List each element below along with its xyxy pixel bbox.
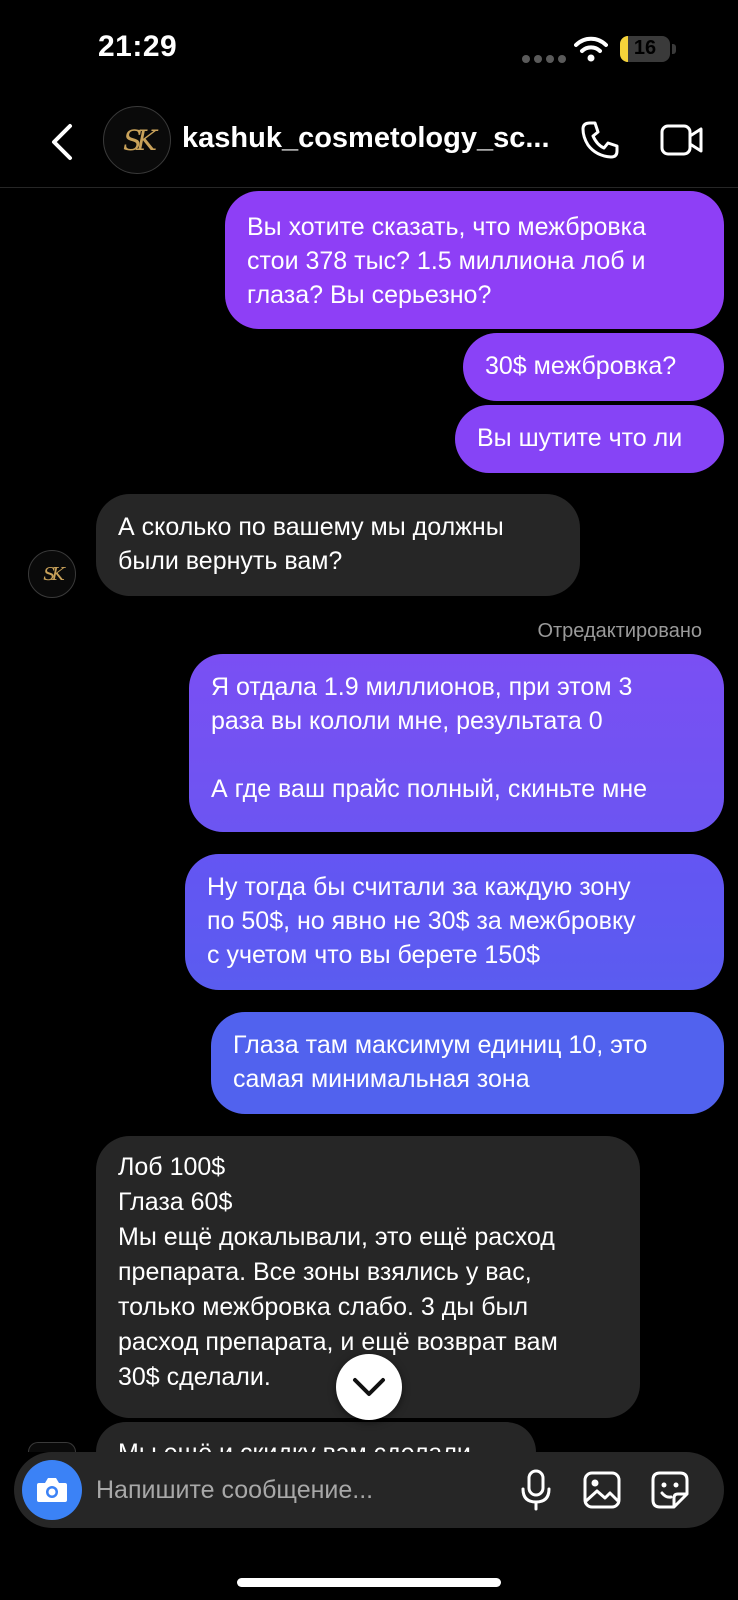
sent-message-bubble[interactable]: Ну тогда бы считали за каждую зону по 50…: [185, 854, 724, 990]
contact-name[interactable]: kashuk_cosmetology_sc...: [182, 122, 552, 155]
voice-message-button[interactable]: [512, 1466, 560, 1514]
phone-icon: [581, 121, 619, 159]
sender-avatar[interactable]: SK: [28, 550, 76, 598]
sticker-icon: [651, 1471, 689, 1509]
edited-label: Отредактировано: [537, 620, 702, 642]
sender-avatar: [28, 1442, 76, 1452]
back-button[interactable]: [40, 116, 84, 168]
wifi-icon: [574, 36, 608, 62]
video-camera-icon: [660, 124, 703, 156]
sent-message-bubble[interactable]: Я отдала 1.9 миллионов, при этом 3 раза …: [189, 654, 724, 832]
chevron-left-icon: [52, 124, 72, 160]
sticker-button[interactable]: [646, 1466, 694, 1514]
battery-cap: [672, 44, 676, 54]
sent-message-bubble[interactable]: Глаза там максимум единиц 10, это самая …: [211, 1012, 724, 1114]
sent-message-bubble[interactable]: Вы хотите сказать, что межбровка стои 37…: [225, 191, 724, 329]
chevron-down-icon: [353, 1378, 385, 1396]
sent-message-bubble[interactable]: Вы шутите что ли: [455, 405, 724, 473]
received-message-bubble[interactable]: А сколько по вашему мы должны были верну…: [96, 494, 580, 596]
status-time: 21:29: [98, 30, 178, 63]
scroll-to-bottom-button[interactable]: [336, 1354, 402, 1420]
image-icon: [583, 1471, 621, 1509]
cellular-signal-icon: [522, 55, 566, 63]
status-bar: 21:29 16: [0, 0, 738, 100]
message-input[interactable]: [96, 1452, 496, 1528]
video-call-button[interactable]: [656, 114, 708, 166]
battery-icon: 16: [620, 36, 670, 62]
microphone-icon: [521, 1469, 551, 1511]
gallery-button[interactable]: [578, 1466, 626, 1514]
avatar-monogram: SK: [122, 123, 157, 157]
audio-call-button[interactable]: [574, 114, 626, 166]
sent-message-bubble[interactable]: 30$ межбровка?: [463, 333, 724, 401]
received-message-bubble[interactable]: Мы ещё и скидку вам сделали: [96, 1422, 536, 1452]
message-composer: [14, 1452, 724, 1528]
chat-header: SK kashuk_cosmetology_sc...: [0, 100, 738, 188]
camera-button[interactable]: [22, 1460, 82, 1520]
contact-avatar[interactable]: SK: [103, 106, 171, 174]
battery-level: 16: [633, 37, 657, 59]
home-indicator: [237, 1578, 501, 1587]
camera-icon: [37, 1478, 67, 1502]
